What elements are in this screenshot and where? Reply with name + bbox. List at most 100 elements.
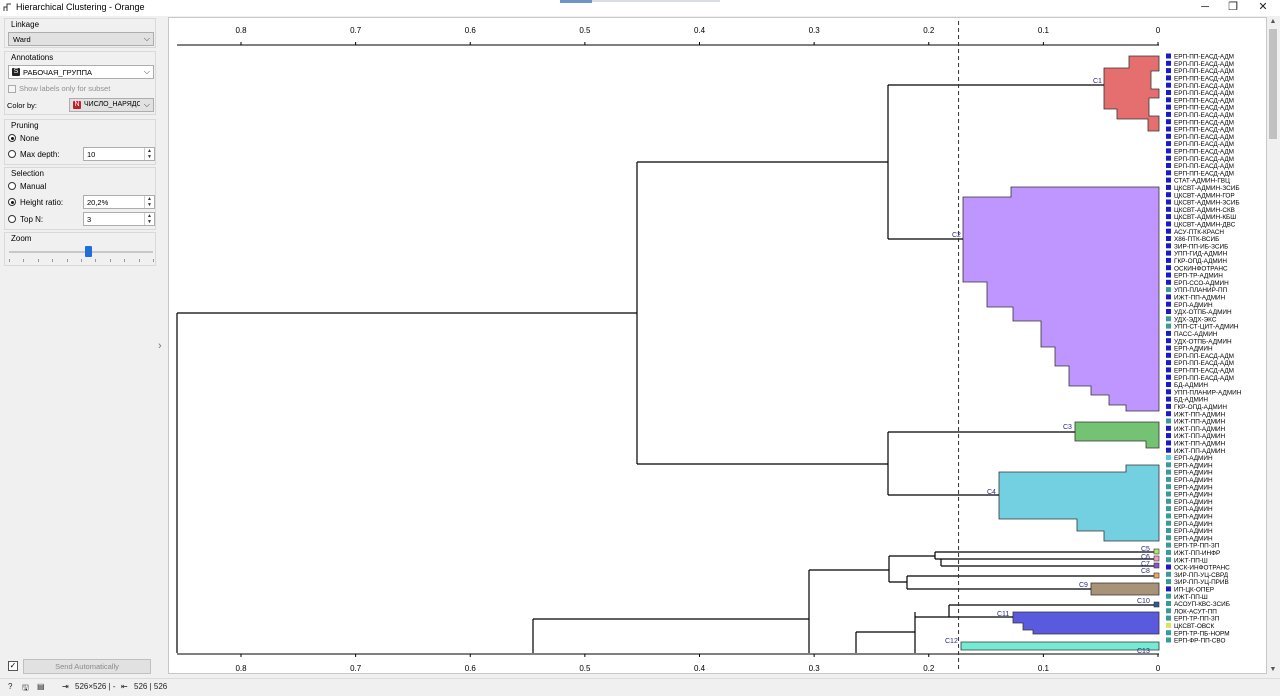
leaf-color-swatch bbox=[1166, 250, 1171, 256]
dendrogram-svg[interactable]: 0.8 0.7 0.6 0.5 0.4 0.3 0.2 0.1 0 0.8 0.7 0.6 0.5 0.4… bbox=[169, 18, 1266, 673]
status-bar: ? 🖫 ▤ ⇥ 526×526 | - ⇤ 526 | 526 bbox=[0, 678, 1280, 694]
leaf-color-swatch bbox=[1166, 608, 1171, 614]
leaf-color-swatch bbox=[1166, 367, 1171, 373]
leaf-color-swatch bbox=[1166, 68, 1171, 74]
leaf-label: УПП-ПЛАНИР-АДМИН bbox=[1174, 389, 1242, 396]
window-title: Hierarchical Clustering - Orange bbox=[16, 2, 145, 12]
selection-top-n-radio[interactable] bbox=[8, 215, 16, 223]
maximize-icon[interactable]: ❐ bbox=[1218, 0, 1248, 16]
leaf-label: ЕРП-АДМИН bbox=[1174, 535, 1213, 542]
pruning-box: Pruning None Max depth: 10 ▲ ▼ bbox=[4, 119, 156, 165]
cluster-label: C9 bbox=[1079, 582, 1088, 589]
vertical-scrollbar[interactable]: ▲ ▼ bbox=[1267, 17, 1279, 674]
leaf-label: ЕРП-АДМИН bbox=[1174, 499, 1213, 506]
leaf-color-swatch bbox=[1166, 593, 1171, 599]
spin-arrows-icon[interactable]: ▲ ▼ bbox=[144, 148, 154, 160]
scroll-up-icon[interactable]: ▲ bbox=[1267, 18, 1279, 25]
linkage-select[interactable]: Ward ⌵ bbox=[8, 32, 154, 46]
spin-arrows-icon[interactable]: ▲ ▼ bbox=[144, 196, 154, 208]
leaf-color-swatch bbox=[1166, 425, 1171, 431]
cluster-label: C7 bbox=[1141, 561, 1150, 568]
leaf-label: ГКР-ОПД-АДМИН bbox=[1174, 404, 1227, 411]
leaf-label: ЕРП-ПП-ЕАСД-АДМ bbox=[1174, 61, 1234, 68]
report-icon[interactable]: ▤ bbox=[37, 682, 45, 691]
leaf-color-swatch bbox=[1166, 316, 1171, 322]
zoom-slider-handle[interactable] bbox=[84, 246, 92, 257]
leaf-color-swatch bbox=[1166, 279, 1171, 285]
leaf-color-swatch bbox=[1166, 104, 1171, 110]
leaf-label: ЕРП-АДМИН bbox=[1174, 455, 1213, 462]
annotations-select[interactable]: S РАБОЧАЯ_ГРУППА ⌵ bbox=[8, 65, 154, 79]
leaf-label: ЛОК-АСУТ-ПП bbox=[1174, 608, 1217, 615]
selection-manual-radio[interactable] bbox=[8, 182, 16, 190]
leaf-color-swatch bbox=[1166, 557, 1171, 563]
send-automatically-button[interactable]: Send Automatically bbox=[23, 659, 151, 674]
leaf-color-swatch bbox=[1166, 184, 1171, 190]
leaf-label: ЕРП-ПП-ЕАСД-АДМ bbox=[1174, 375, 1234, 382]
selection-height-ratio-label: Height ratio: bbox=[20, 198, 64, 207]
height-ratio-value: 20,2% bbox=[87, 198, 109, 207]
save-icon[interactable]: 🖫 bbox=[22, 682, 29, 696]
leaf-label: ЕРП-ПП-ЕАСД-АДМ bbox=[1174, 90, 1234, 97]
linkage-value: Ward bbox=[13, 35, 31, 44]
leaf-label: ЕРП-ПП-ЕАСД-АДМ bbox=[1174, 163, 1234, 170]
axis-tick-label-bottom: 0 bbox=[1156, 664, 1161, 673]
pruning-label: Pruning bbox=[11, 121, 39, 130]
leaf-color-swatch bbox=[1166, 352, 1171, 358]
leaf-color-swatch bbox=[1166, 462, 1171, 468]
zoom-tick bbox=[95, 259, 97, 262]
zoom-tick bbox=[23, 259, 25, 262]
leaf-label: ЕРП-АДМИН bbox=[1174, 506, 1213, 513]
leaf-label: ЕРП-ТР-АДМИН bbox=[1174, 273, 1223, 280]
leaf-label: УДХ-ОТПБ-АДМИН bbox=[1174, 338, 1232, 345]
leaf-label: ЕРП-ПП-ЕАСД-АДМ bbox=[1174, 54, 1234, 61]
leaf-color-swatch bbox=[1166, 455, 1171, 460]
leaf-color-swatch bbox=[1166, 484, 1171, 490]
leaf-label: ИЖТ-ПП-АДМИН bbox=[1174, 441, 1226, 448]
scrollbar-thumb[interactable] bbox=[1269, 29, 1277, 139]
top-n-spinbox[interactable]: 3 ▲ ▼ bbox=[83, 212, 155, 226]
leaf-label: ЕРП-ФР-ПП-СВО bbox=[1174, 638, 1225, 645]
expand-panel-icon[interactable]: › bbox=[158, 340, 162, 352]
cluster-c12-shape bbox=[960, 641, 1160, 651]
leaf-label: ОСК-ИНФОТРАНС bbox=[1174, 565, 1230, 572]
leaf-label: СТАТ-АДМИН-ГВЦ bbox=[1174, 178, 1230, 185]
zoom-slider-track[interactable] bbox=[9, 251, 153, 253]
pruning-max-depth-radio[interactable] bbox=[8, 150, 16, 158]
max-depth-spinbox[interactable]: 10 ▲ ▼ bbox=[83, 147, 155, 161]
leaf-label: ЕРП-ПП-ЕАСД-АДМ bbox=[1174, 141, 1234, 148]
leaf-label: ЕРП-АДМИН bbox=[1174, 492, 1213, 499]
close-icon[interactable]: ✕ bbox=[1248, 0, 1278, 16]
leaf-color-swatch bbox=[1166, 586, 1171, 592]
leaf-color-swatch bbox=[1166, 542, 1171, 548]
leaf-color-swatch bbox=[1166, 148, 1171, 154]
minimize-icon[interactable]: ─ bbox=[1190, 0, 1220, 16]
subset-checkbox[interactable] bbox=[8, 85, 16, 93]
send-auto-checkbox[interactable]: ✓ bbox=[8, 661, 18, 671]
cluster-c10-shape bbox=[1153, 601, 1160, 608]
leaf-label: УДХ-ОТПБ-АДМИН bbox=[1174, 309, 1232, 316]
leaf-label: УПП-ПЛАНИР-ПП bbox=[1174, 287, 1228, 294]
cluster-label: C10 bbox=[1137, 598, 1150, 605]
dendrogram-view[interactable]: 0.8 0.7 0.6 0.5 0.4 0.3 0.2 0.1 0 0.8 0.7 0.6 0.5 0.4… bbox=[168, 17, 1267, 674]
selection-height-ratio-radio[interactable] bbox=[8, 198, 16, 206]
leaf-color-swatch bbox=[1166, 133, 1171, 139]
axis-tick-label-bottom: 0.4 bbox=[694, 664, 706, 673]
height-ratio-spinbox[interactable]: 20,2% ▲ ▼ bbox=[83, 195, 155, 209]
cluster-c4-shape bbox=[998, 464, 1160, 542]
leaf-label: УПП-СТ-ЦИТ-АДМИН bbox=[1174, 324, 1239, 331]
cluster-c3-shape bbox=[1074, 421, 1160, 449]
leaf-label: ИЖТ-ПП-АДМИН bbox=[1174, 433, 1226, 440]
cluster-label: C11 bbox=[997, 611, 1009, 618]
spin-arrows-icon[interactable]: ▲ ▼ bbox=[144, 213, 154, 225]
scroll-down-icon[interactable]: ▼ bbox=[1267, 666, 1279, 673]
help-icon[interactable]: ? bbox=[8, 682, 12, 691]
tab-indicator-inactive bbox=[592, 0, 720, 2]
leaf-label: ЕРП-АДМИН bbox=[1174, 477, 1213, 484]
color-by-select[interactable]: N ЧИСЛО_НАРЯДОВ_ПО_ЗА ⌵ bbox=[69, 98, 154, 112]
leaf-label: ЕРП-ПП-ЕАСД-АДМ bbox=[1174, 127, 1234, 134]
pruning-none-radio[interactable] bbox=[8, 134, 16, 142]
leaf-label: ЕРП-ТР-ПБ-НОРМ bbox=[1174, 630, 1230, 637]
leaf-label: ЦКСВТ-АДМИН-ЗСИБ bbox=[1174, 185, 1240, 192]
zoom-tick bbox=[81, 259, 82, 262]
